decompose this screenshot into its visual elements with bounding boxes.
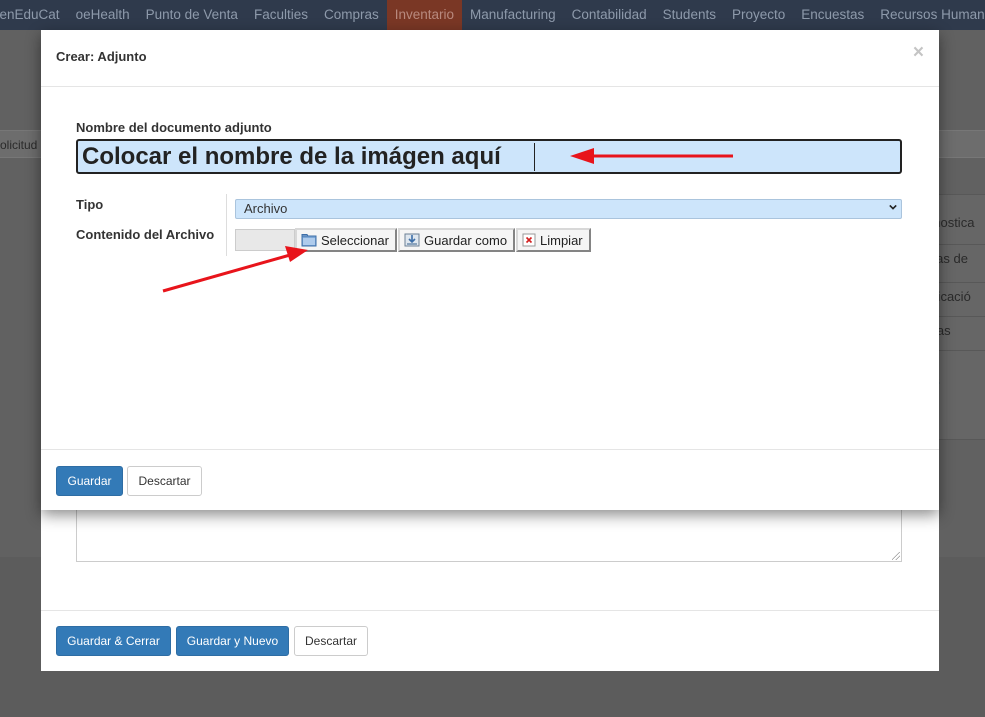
- background-side-item: as: [938, 350, 985, 440]
- menu-proyecto[interactable]: Proyecto: [724, 0, 793, 30]
- create-attachment-dialog: Crear: Adjunto × Nombre del documento ad…: [41, 30, 939, 510]
- type-field-label: Tipo: [76, 197, 104, 212]
- discard-button[interactable]: Descartar: [127, 466, 202, 496]
- chevron-down-icon: [889, 204, 897, 210]
- menu-compras[interactable]: Compras: [316, 0, 387, 30]
- save-new-button[interactable]: Guardar y Nuevo: [176, 626, 289, 656]
- clear-file-button[interactable]: Limpiar: [516, 228, 591, 252]
- clear-file-label: Limpiar: [540, 232, 583, 248]
- save-close-button[interactable]: Guardar & Cerrar: [56, 626, 171, 656]
- clear-icon: [522, 233, 536, 247]
- background-side-item: onostica: [938, 194, 985, 244]
- menu-faculties[interactable]: Faculties: [246, 0, 316, 30]
- download-icon: [404, 233, 420, 247]
- name-field-label: Nombre del documento adjunto: [76, 120, 272, 135]
- resize-grip-icon[interactable]: [892, 552, 900, 560]
- menu-contabilidad[interactable]: Contabilidad: [564, 0, 655, 30]
- select-file-button[interactable]: Seleccionar: [295, 228, 397, 252]
- save-button[interactable]: Guardar: [56, 466, 123, 496]
- select-file-label: Seleccionar: [321, 232, 389, 248]
- content-field-label: Contenido del Archivo: [76, 227, 215, 242]
- menu-punto-de-venta[interactable]: Punto de Venta: [138, 0, 246, 30]
- notes-textarea[interactable]: [76, 508, 902, 562]
- background-breadcrumb: olicitud: [0, 138, 38, 152]
- dialog-title: Crear: Adjunto: [56, 49, 147, 64]
- menu-recursos-humanos[interactable]: Recursos Humanos: [872, 0, 985, 30]
- dialog-header: Crear: Adjunto ×: [41, 30, 939, 87]
- menu-inventario[interactable]: Inventario: [386, 0, 463, 30]
- menu-students[interactable]: Students: [655, 0, 724, 30]
- close-icon[interactable]: ×: [913, 42, 924, 64]
- menu-oehealth[interactable]: oeHealth: [68, 0, 138, 30]
- form-divider: [226, 194, 227, 256]
- background-side-item: ntas: [938, 316, 985, 350]
- top-menu-bar: penEduCat oeHealth Punto de Venta Facult…: [0, 0, 985, 30]
- save-as-button[interactable]: Guardar como: [398, 228, 516, 252]
- parent-discard-button[interactable]: Descartar: [294, 626, 368, 656]
- dialog-footer: Guardar Descartar: [41, 449, 939, 510]
- background-side-item: glas de: [938, 244, 985, 282]
- menu-openeducat[interactable]: penEduCat: [0, 0, 68, 30]
- menu-encuestas[interactable]: Encuestas: [793, 0, 872, 30]
- type-select[interactable]: Archivo: [235, 199, 902, 219]
- folder-icon: [301, 234, 317, 247]
- type-select-value: Archivo: [244, 201, 288, 216]
- save-as-label: Guardar como: [424, 232, 508, 248]
- text-cursor: [534, 143, 535, 171]
- file-name-display: [235, 229, 295, 251]
- menu-manufacturing[interactable]: Manufacturing: [462, 0, 564, 30]
- attachment-name-input[interactable]: [76, 139, 902, 174]
- background-side-item: bricació: [938, 282, 985, 316]
